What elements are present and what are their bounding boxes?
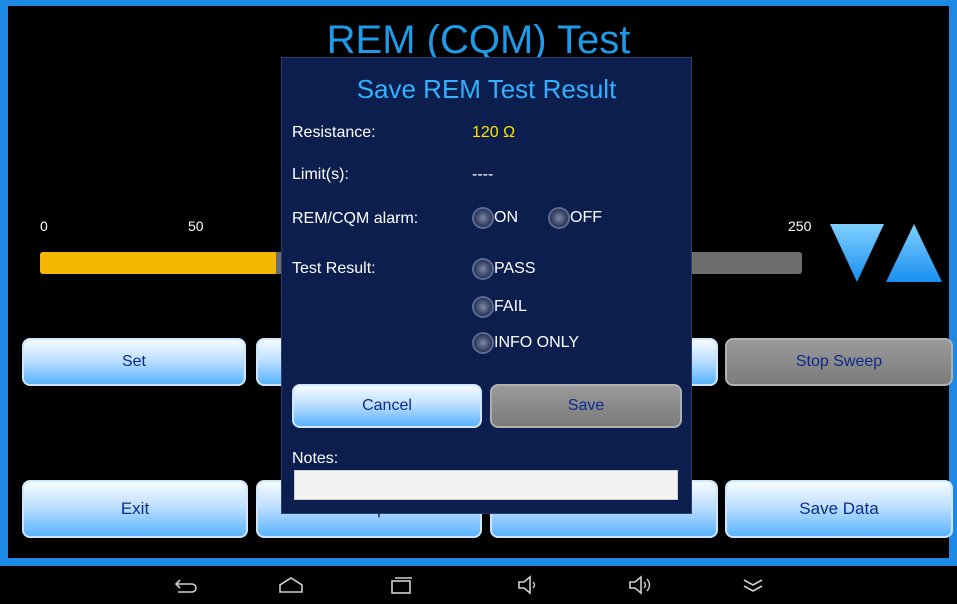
- scale-mid-label: 50: [188, 218, 204, 234]
- radio-circle-icon: [474, 260, 492, 278]
- frame-border-bottom: [0, 558, 957, 566]
- notes-label: Notes:: [292, 450, 339, 467]
- result-pass-label: PASS: [494, 260, 536, 277]
- scale-max-label: 250: [788, 218, 812, 234]
- frame-border-right: [949, 0, 957, 565]
- alarm-on-radio[interactable]: ON: [474, 209, 518, 227]
- result-info-radio[interactable]: INFO ONLY: [474, 334, 579, 352]
- scale-min-label: 0: [40, 218, 48, 234]
- stop-sweep-button[interactable]: Stop Sweep: [725, 338, 953, 386]
- collapse-icon[interactable]: [738, 572, 768, 598]
- alarm-on-label: ON: [494, 209, 518, 226]
- alarm-off-radio[interactable]: OFF: [550, 209, 602, 227]
- save-button[interactable]: Save: [490, 384, 682, 428]
- resistance-value: 120 Ω: [472, 124, 516, 141]
- radio-circle-icon: [474, 209, 492, 227]
- radio-circle-icon: [550, 209, 568, 227]
- result-info-label: INFO ONLY: [494, 334, 580, 351]
- volume-down-icon[interactable]: [514, 572, 544, 598]
- decrease-arrow-icon[interactable]: [828, 222, 886, 284]
- app-screen: REM (CQM) Test 0 50 250 Set Stop Sweep E…: [0, 0, 957, 604]
- cancel-button[interactable]: Cancel: [292, 384, 482, 428]
- alarm-label: REM/CQM alarm:: [292, 210, 419, 227]
- frame-border-top: [0, 0, 957, 6]
- alarm-off-label: OFF: [570, 209, 602, 226]
- radio-circle-icon: [474, 298, 492, 316]
- save-data-button[interactable]: Save Data: [725, 480, 953, 538]
- volume-up-icon[interactable]: [626, 572, 656, 598]
- system-navbar: [0, 566, 957, 604]
- exit-button[interactable]: Exit: [22, 480, 248, 538]
- back-icon[interactable]: [170, 572, 200, 598]
- increase-arrow-icon[interactable]: [884, 222, 944, 284]
- home-icon[interactable]: [276, 572, 306, 598]
- slider-fill: [40, 252, 277, 274]
- limits-value: ----: [472, 166, 494, 183]
- set-button[interactable]: Set: [22, 338, 246, 386]
- result-pass-radio[interactable]: PASS: [474, 260, 536, 278]
- save-result-dialog: Save REM Test Result Resistance: 120 Ω L…: [282, 58, 691, 513]
- result-fail-label: FAIL: [494, 298, 527, 315]
- dialog-title: Save REM Test Result: [356, 74, 617, 104]
- notes-input[interactable]: [294, 470, 678, 500]
- resistance-label: Resistance:: [292, 124, 376, 141]
- radio-circle-icon: [474, 334, 492, 352]
- screen-title: REM (CQM) Test: [326, 18, 631, 62]
- recent-apps-icon[interactable]: [386, 572, 416, 598]
- frame-border-left: [0, 0, 8, 565]
- limits-label: Limit(s):: [292, 166, 349, 183]
- test-result-label: Test Result:: [292, 260, 376, 277]
- result-fail-radio[interactable]: FAIL: [474, 298, 527, 316]
